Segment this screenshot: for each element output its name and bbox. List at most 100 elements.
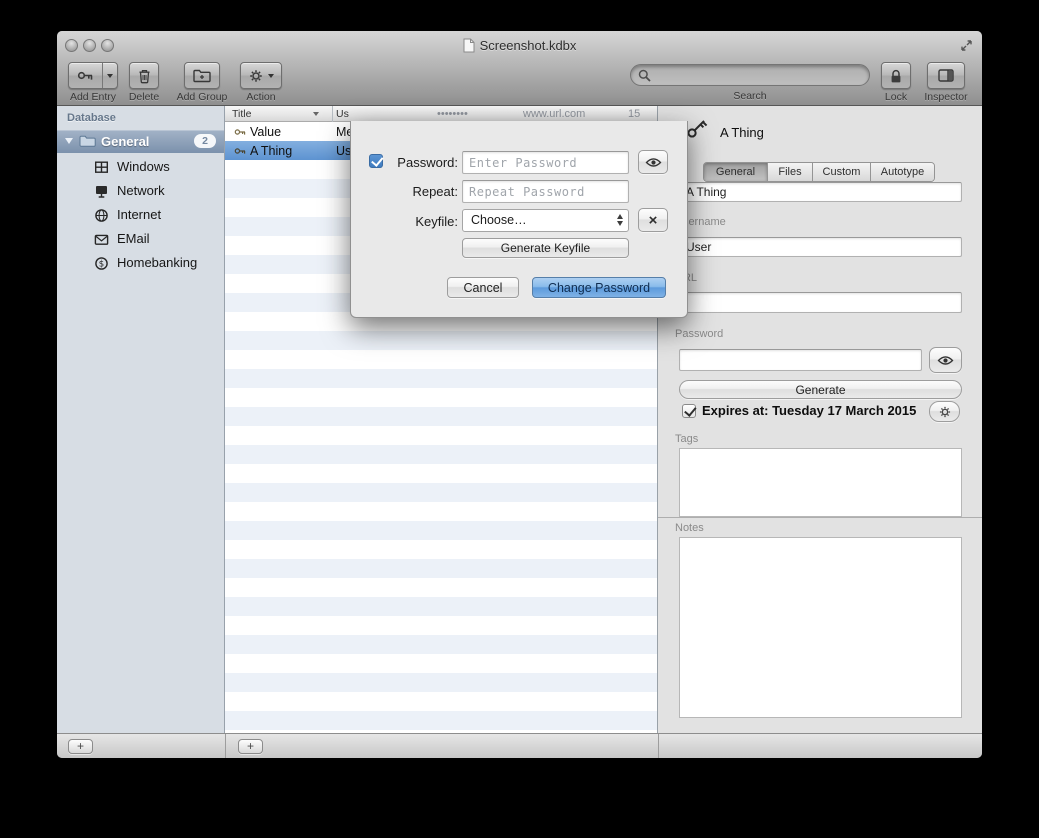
tab-files[interactable]: Files — [768, 163, 813, 181]
toolbar-label: Add Entry — [70, 91, 116, 103]
add-entry-button[interactable] — [68, 62, 118, 89]
sheet-password-input[interactable] — [462, 151, 629, 174]
keyfile-popup-value: Choose… — [471, 213, 527, 227]
sidebar-item-label: Internet — [117, 207, 161, 222]
tab-autotype[interactable]: Autotype — [871, 163, 934, 181]
cancel-button[interactable]: Cancel — [447, 277, 519, 298]
app-window: Screenshot.kdbx — [57, 31, 982, 758]
group-label: General — [101, 134, 149, 149]
add-entry-plus-button[interactable]: + — [238, 739, 263, 754]
toolbar-label: Inspector — [924, 91, 967, 103]
expiry-presets-button[interactable] — [929, 401, 960, 422]
sidebar-item-homebanking[interactable]: $ Homebanking — [57, 251, 224, 275]
add-group-plus-button[interactable]: + — [68, 739, 93, 754]
column-header-username[interactable]: Us — [336, 108, 349, 120]
column-header-title[interactable]: Title — [232, 108, 251, 120]
lock-button[interactable] — [881, 62, 911, 89]
entry-username-cell: Us — [336, 144, 351, 158]
entry-title-cell: Value — [250, 125, 281, 139]
inspector-button[interactable] — [927, 62, 965, 89]
toolbar-label: Search — [630, 90, 870, 102]
password-field[interactable] — [679, 349, 922, 371]
search-input[interactable] — [630, 64, 870, 86]
chevron-down-icon — [107, 74, 113, 78]
change-password-button[interactable]: Change Password — [532, 277, 666, 298]
toolbar-item-delete: Delete — [121, 62, 167, 103]
window-chrome: Screenshot.kdbx — [57, 31, 982, 106]
entry-list-header: Title Us •••••••• www.url.com 15 — [225, 106, 657, 122]
toolbar-label: Delete — [129, 91, 159, 103]
document-icon — [463, 38, 475, 53]
gear-icon — [938, 405, 952, 419]
bottom-bar-divider — [225, 734, 226, 758]
generate-keyfile-button[interactable]: Generate Keyfile — [462, 238, 629, 258]
fullscreen-icon[interactable] — [960, 39, 973, 52]
folder-add-icon — [193, 69, 211, 83]
popup-stepper-icon — [617, 214, 623, 226]
action-button[interactable] — [240, 62, 282, 89]
section-divider — [658, 517, 982, 518]
key-icon — [234, 145, 246, 157]
username-field[interactable] — [679, 237, 962, 257]
notes-field[interactable] — [679, 537, 962, 718]
sidebar-item-windows[interactable]: Windows — [57, 155, 224, 179]
keyfile-popup[interactable]: Choose… — [462, 209, 629, 232]
gear-icon — [248, 68, 264, 84]
entry-count-badge: 2 — [194, 134, 216, 148]
entry-title-cell: A Thing — [250, 144, 292, 158]
peek-password-cell: •••••••• — [437, 108, 468, 120]
sidebar-item-general[interactable]: General 2 — [57, 130, 224, 153]
bottom-bar: + + — [57, 733, 982, 758]
folder-icon — [79, 135, 96, 148]
toolbar-label: Lock — [885, 91, 907, 103]
sidebar-item-email[interactable]: EMail — [57, 227, 224, 251]
tab-custom[interactable]: Custom — [813, 163, 871, 181]
add-group-button[interactable] — [184, 62, 220, 89]
tab-general[interactable]: General — [704, 163, 768, 181]
column-divider[interactable] — [332, 106, 333, 122]
eye-icon — [645, 157, 662, 168]
sort-indicator-icon — [313, 112, 319, 116]
url-field[interactable] — [679, 292, 962, 313]
group-sidebar: Database General 2 W — [57, 106, 225, 733]
toolbar-item-action: Action — [235, 62, 287, 103]
peek-url-cell: www.url.com — [523, 108, 585, 120]
sidebar-item-network[interactable]: Network — [57, 179, 224, 203]
email-icon — [94, 233, 109, 246]
notes-label: Notes — [675, 522, 704, 534]
window-title: Screenshot.kdbx — [480, 38, 577, 53]
lock-icon — [889, 68, 903, 84]
toolbar-item-inspector: Inspector — [918, 62, 974, 103]
key-icon — [234, 126, 246, 138]
expires-checkbox[interactable] — [682, 404, 696, 418]
clear-keyfile-button[interactable]: × — [638, 208, 668, 232]
sheet-keyfile-label: Keyfile: — [351, 214, 458, 229]
reveal-password-button[interactable] — [929, 347, 962, 373]
toolbar-label: Action — [246, 91, 275, 103]
toolbar-item-add-entry: Add Entry — [64, 62, 122, 103]
sidebar-item-label: Network — [117, 183, 165, 198]
sidebar-item-internet[interactable]: Internet — [57, 203, 224, 227]
change-password-sheet: Password: Repeat: Keyfile: Choose… × Gen… — [350, 121, 688, 318]
inspector-entry-title: A Thing — [720, 125, 764, 140]
sheet-password-label: Password: — [351, 155, 458, 170]
eye-icon — [937, 355, 954, 366]
sheet-repeat-label: Repeat: — [351, 184, 458, 199]
svg-text:$: $ — [98, 259, 103, 269]
generate-password-button[interactable]: Generate — [679, 380, 962, 399]
sheet-repeat-input[interactable] — [462, 180, 629, 203]
title-field[interactable] — [679, 182, 962, 202]
tags-field[interactable] — [679, 448, 962, 517]
bottom-bar-divider — [658, 734, 659, 758]
network-icon — [94, 184, 109, 199]
delete-button[interactable] — [129, 62, 159, 89]
sheet-reveal-password-button[interactable] — [638, 150, 668, 174]
password-label: Password — [675, 328, 723, 340]
internet-icon — [94, 208, 109, 223]
trash-icon — [137, 68, 152, 84]
disclosure-triangle-icon[interactable] — [65, 138, 73, 144]
sidebar-section-header: Database — [67, 112, 116, 124]
homebanking-icon: $ — [94, 256, 109, 271]
inspector-tabs: General Files Custom Autotype — [703, 162, 935, 182]
toolbar: Add Entry Delete — [57, 59, 982, 106]
